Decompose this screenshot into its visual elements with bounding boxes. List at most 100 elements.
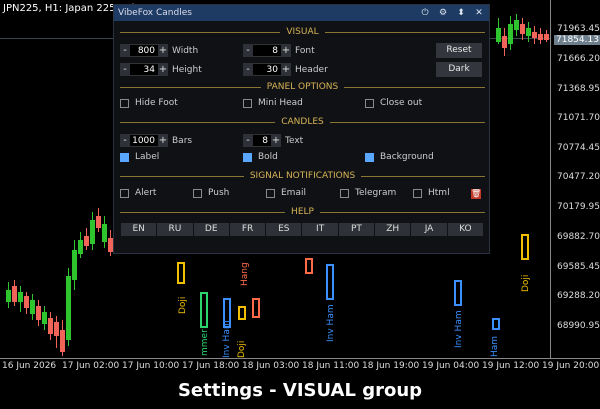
time-label: 19 Jun 20:00 [542, 361, 600, 371]
pattern-box [177, 262, 185, 284]
push-checkbox[interactable]: Push [193, 188, 229, 198]
language-button-zh[interactable]: ZH [375, 223, 411, 236]
decrement-button[interactable]: - [243, 63, 253, 76]
pattern-label-doji: Doji [237, 340, 247, 358]
header-value[interactable]: 30 [253, 63, 281, 76]
candle-body [36, 306, 41, 320]
increment-button[interactable]: + [158, 63, 168, 76]
decrement-button[interactable]: - [120, 44, 130, 57]
pattern-label-inv-hammer: Inv Ham [222, 320, 232, 358]
section-panel-options: PANEL OPTIONS [120, 81, 485, 93]
language-button-fr[interactable]: FR [229, 223, 266, 236]
increment-button[interactable]: + [281, 63, 291, 76]
checkbox-box[interactable] [193, 188, 202, 198]
pattern-box [454, 280, 462, 306]
pattern-box [326, 264, 334, 300]
gear-icon[interactable]: ⚙ [437, 7, 449, 19]
label-checkbox[interactable]: Label [120, 152, 159, 162]
decrement-button[interactable]: - [120, 134, 130, 147]
pattern-label-hanging: Hang [240, 262, 250, 286]
email-checkbox[interactable]: Email [266, 188, 306, 198]
section-title: SIGNAL NOTIFICATIONS [249, 171, 356, 181]
checkbox-label: Label [135, 152, 160, 162]
close-out-checkbox[interactable]: Close out [365, 98, 422, 108]
trash-icon[interactable]: 🗑 [471, 189, 481, 199]
checkbox-box[interactable] [266, 188, 275, 198]
hide-foot-checkbox[interactable]: Hide Foot [120, 98, 178, 108]
increment-button[interactable]: + [281, 44, 291, 57]
panel-titlebar[interactable]: VibeFox Candles ⏻ ⚙ ⬍ ✕ [114, 5, 489, 21]
decrement-button[interactable]: - [243, 44, 253, 57]
font-value[interactable]: 8 [253, 44, 281, 57]
pattern-box [252, 298, 260, 318]
candle-body [66, 276, 71, 340]
time-label: 17 Jun 02:00 [62, 361, 120, 371]
language-button-ru[interactable]: RU [157, 223, 193, 236]
decrement-button[interactable]: - [243, 134, 253, 147]
section-help: HELP [120, 206, 485, 218]
candle-body [72, 250, 77, 280]
height-value[interactable]: 34 [130, 63, 158, 76]
pattern-label-hammer: mmer [200, 329, 210, 356]
checkbox-box[interactable] [120, 188, 129, 198]
language-button-ja[interactable]: JA [411, 223, 447, 236]
candle-body [78, 240, 83, 254]
dark-theme-button[interactable]: Dark [436, 62, 482, 77]
pattern-box [492, 318, 500, 330]
html-checkbox[interactable]: Html [413, 188, 450, 198]
checkbox-label: Telegram [355, 188, 397, 198]
decrement-button[interactable]: - [120, 63, 130, 76]
font-label: Font [295, 45, 315, 56]
checkbox-box[interactable] [120, 152, 129, 162]
width-label: Width [172, 45, 199, 56]
language-button-de[interactable]: DE [193, 223, 229, 236]
price-label: 71666.20 [557, 54, 600, 64]
language-button-it[interactable]: IT [302, 223, 338, 236]
background-checkbox[interactable]: Background [365, 152, 434, 162]
candle-body [84, 236, 89, 246]
telegram-checkbox[interactable]: Telegram [340, 188, 396, 198]
section-visual: VISUAL [120, 26, 486, 38]
bars-value[interactable]: 1000 [130, 134, 158, 147]
time-axis: 16 Jun 2026 17 Jun 02:00 17 Jun 10:00 17… [0, 358, 600, 372]
width-value[interactable]: 800 [130, 44, 158, 57]
increment-button[interactable]: + [271, 134, 281, 147]
mini-head-checkbox[interactable]: Mini Head [243, 98, 303, 108]
price-label: 70477.20 [557, 172, 600, 182]
pattern-label-doji: Doji [521, 274, 531, 292]
close-icon[interactable]: ✕ [473, 7, 485, 19]
candle-body [12, 286, 17, 302]
language-button-pt[interactable]: PT [338, 223, 375, 236]
pattern-box [305, 258, 313, 274]
bold-checkbox[interactable]: Bold [243, 152, 278, 162]
checkbox-label: Html [428, 188, 450, 198]
checkbox-label: Bold [258, 152, 278, 162]
time-label: 16 Jun 2026 [2, 361, 57, 371]
checkbox-box[interactable] [340, 188, 349, 198]
time-label: 18 Jun 11:00 [302, 361, 360, 371]
checkbox-box[interactable] [243, 98, 252, 108]
checkbox-box[interactable] [365, 152, 374, 162]
reset-button[interactable]: Reset [436, 43, 482, 58]
language-button-es[interactable]: ES [266, 223, 302, 236]
checkbox-box[interactable] [413, 188, 422, 198]
checkbox-box[interactable] [365, 98, 374, 108]
alert-checkbox[interactable]: Alert [120, 188, 156, 198]
price-axis: 71963.45 71854.13 71666.20 71368.95 7107… [550, 0, 600, 358]
increment-button[interactable]: + [158, 134, 168, 147]
panel-title: VibeFox Candles [118, 8, 192, 18]
price-label: 69585.45 [557, 262, 600, 272]
section-candles: CANDLES [120, 116, 485, 128]
time-label: 19 Jun 04:00 [422, 361, 480, 371]
checkbox-box[interactable] [120, 98, 129, 108]
power-icon[interactable]: ⏻ [419, 7, 431, 19]
price-label: 70774.45 [557, 143, 600, 153]
time-label: 17 Jun 10:00 [122, 361, 180, 371]
language-button-en[interactable]: EN [121, 223, 157, 236]
pattern-label-inv-hammer: Inv Ham [454, 310, 464, 348]
pin-icon[interactable]: ⬍ [455, 7, 467, 19]
checkbox-box[interactable] [243, 152, 252, 162]
increment-button[interactable]: + [158, 44, 168, 57]
language-button-ko[interactable]: KO [447, 223, 483, 236]
text-size-value[interactable]: 8 [253, 134, 271, 147]
